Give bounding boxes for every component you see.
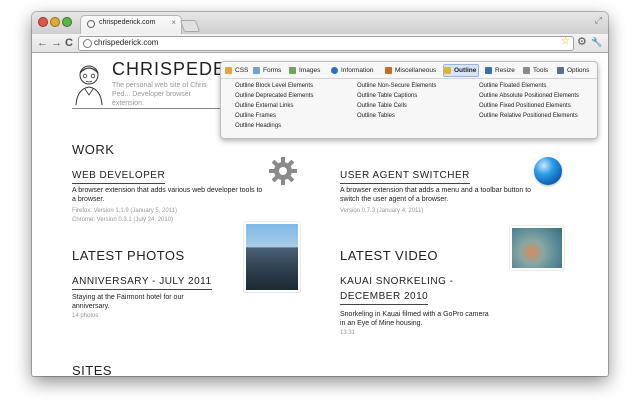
- forms-icon: [253, 67, 260, 74]
- menu-tab-label: Forms: [263, 67, 282, 74]
- menu-tab-label: Tools: [533, 67, 549, 74]
- browser-tab[interactable]: chrispederick.com ×: [80, 15, 182, 35]
- menu-tab-forms[interactable]: Forms: [253, 65, 281, 76]
- browser-window: chrispederick.com × ⤢ ← → C chrispederic…: [32, 12, 608, 376]
- gear-icon: [269, 157, 297, 185]
- video-title-line1[interactable]: KAUAI SNORKELING -: [340, 275, 453, 289]
- resize-icon: [485, 67, 492, 74]
- new-tab-button[interactable]: [179, 20, 201, 32]
- menu-option[interactable]: Outline Floated Elements: [479, 82, 546, 90]
- header-divider: [72, 108, 222, 109]
- section-heading-latest-video: LATEST VIDEO: [340, 248, 438, 263]
- menu-tab-label: Resize: [495, 67, 515, 74]
- section-heading-work: WORK: [72, 142, 115, 157]
- menu-option[interactable]: Outline Fixed Positioned Elements: [479, 102, 571, 110]
- work-item-title[interactable]: USER AGENT SWITCHER: [340, 169, 470, 184]
- web-developer-menu: CSS Forms Images Information Miscellaneo…: [220, 61, 598, 139]
- video-title-line2[interactable]: DECEMBER 2010: [340, 290, 429, 305]
- maximize-window-button[interactable]: [62, 17, 72, 27]
- section-heading-sites: SITES: [72, 363, 113, 376]
- menu-tab-label: Miscellaneous: [395, 67, 437, 74]
- menu-option[interactable]: Outline Tables: [357, 112, 395, 120]
- menu-option[interactable]: Outline Non-Secure Elements: [357, 82, 436, 90]
- section-heading-latest-photos: LATEST PHOTOS: [72, 248, 185, 263]
- forward-icon[interactable]: →: [51, 35, 62, 51]
- menu-tab-label: Images: [299, 67, 321, 74]
- page-info-icon[interactable]: [83, 39, 92, 48]
- menu-option[interactable]: Outline Absolute Positioned Elements: [479, 92, 579, 100]
- menu-tab-tools[interactable]: Tools: [523, 65, 548, 76]
- menu-tab-resize[interactable]: Resize: [485, 65, 515, 76]
- menu-option[interactable]: Outline Headings: [235, 122, 281, 130]
- work-item-description: A browser extension that adds a menu and…: [340, 187, 532, 203]
- menu-option[interactable]: Outline Table Cells: [357, 102, 407, 110]
- menu-tab-css[interactable]: CSS: [225, 65, 248, 76]
- menu-tab-miscellaneous[interactable]: Miscellaneous: [385, 65, 436, 76]
- reload-icon[interactable]: C: [65, 35, 73, 51]
- avatar-icon: [75, 65, 103, 105]
- video-thumbnail[interactable]: [510, 226, 564, 270]
- url-text[interactable]: chrispederick.com: [94, 38, 158, 47]
- images-icon: [289, 67, 296, 74]
- menu-tab-options[interactable]: Options: [557, 65, 589, 76]
- options-icon: [557, 67, 564, 74]
- tools-icon: [523, 67, 530, 74]
- information-icon: [331, 67, 338, 74]
- work-item-title[interactable]: WEB DEVELOPER: [72, 169, 166, 184]
- photo-thumbnail[interactable]: [244, 222, 300, 292]
- menu-tab-label: Information: [341, 67, 374, 74]
- web-developer-extension-icon[interactable]: ⚙: [577, 34, 587, 51]
- menu-tab-outline[interactable]: Outline: [443, 64, 480, 77]
- video-description: Snorkeling in Kauai filmed with a GoPro …: [340, 311, 489, 327]
- work-item-meta: Firefox: Version 1.1.9 (January 5, 2011): [72, 208, 177, 214]
- menu-tab-information[interactable]: Information: [331, 65, 374, 76]
- minimize-window-button[interactable]: [50, 17, 60, 27]
- photo-album-description: Staying at the Fairmont hotel for our an…: [72, 294, 184, 310]
- menu-tab-label: Options: [567, 67, 590, 74]
- menu-option[interactable]: Outline Block Level Elements: [235, 82, 313, 90]
- menu-option[interactable]: Outline External Links: [235, 102, 293, 110]
- menu-option[interactable]: Outline Relative Positioned Elements: [479, 112, 578, 120]
- tab-bar: chrispederick.com × ⤢: [32, 12, 608, 35]
- menu-option[interactable]: Outline Table Captions: [357, 92, 417, 100]
- photo-album-title[interactable]: ANNIVERSARY - JULY 2011: [72, 275, 212, 290]
- miscellaneous-icon: [385, 67, 392, 74]
- photo-count: 14 photos: [72, 313, 99, 319]
- tab-close-icon[interactable]: ×: [171, 18, 176, 27]
- css-icon: [225, 67, 232, 74]
- outline-icon: [444, 67, 451, 74]
- fullscreen-icon[interactable]: ⤢: [595, 15, 602, 26]
- back-icon[interactable]: ←: [37, 35, 48, 51]
- favicon-icon: [87, 20, 95, 28]
- close-window-button[interactable]: [38, 17, 48, 27]
- site-description: The personal web site of Chris Ped... De…: [112, 82, 207, 107]
- work-item-meta: Version 0.7.3 (January 4, 2011): [340, 208, 424, 214]
- work-item-meta: Chrome: Version 0.3.1 (July 24, 2010): [72, 217, 174, 223]
- menu-tab-label: Outline: [454, 67, 477, 74]
- video-duration: 13:31: [340, 330, 356, 336]
- bookmark-star-icon[interactable]: ☆: [561, 36, 570, 47]
- menu-option[interactable]: Outline Deprecated Elements: [235, 92, 313, 100]
- menu-tab-label: CSS: [235, 67, 249, 74]
- wrench-icon[interactable]: 🔧: [591, 34, 602, 51]
- menu-option[interactable]: Outline Frames: [235, 112, 276, 120]
- address-bar[interactable]: chrispederick.com ☆: [78, 36, 574, 51]
- globe-icon: [534, 157, 562, 185]
- tab-title: chrispederick.com: [99, 19, 156, 26]
- menu-tab-bar: CSS Forms Images Information Miscellaneo…: [221, 62, 597, 79]
- work-item-description: A browser extension that adds various we…: [72, 187, 263, 203]
- browser-toolbar: ← → C chrispederick.com ☆ ⚙ 🔧: [32, 34, 608, 53]
- menu-tab-images[interactable]: Images: [289, 65, 320, 76]
